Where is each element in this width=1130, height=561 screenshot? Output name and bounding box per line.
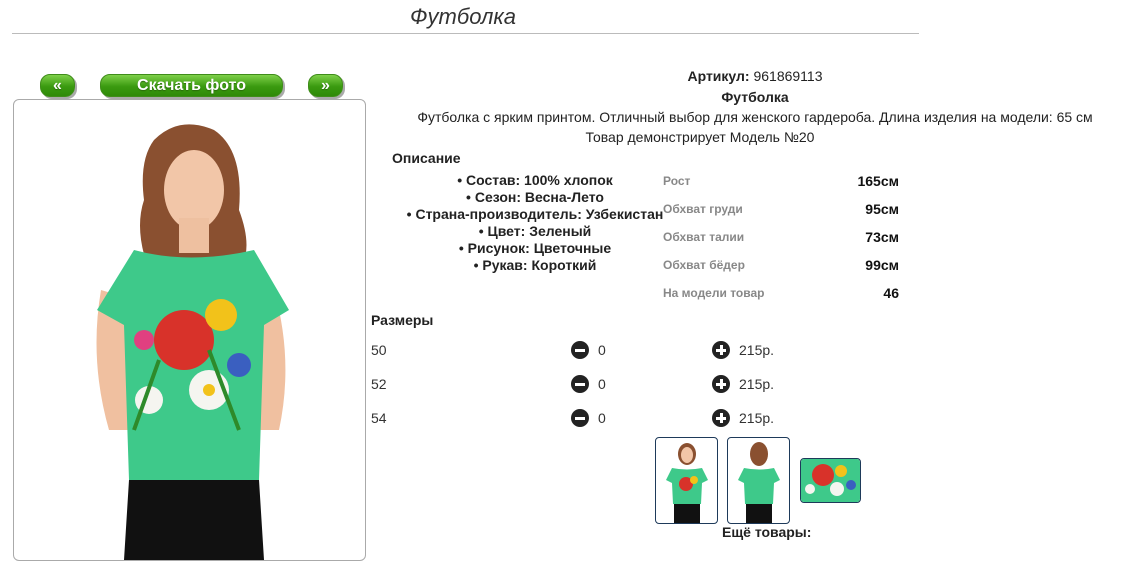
size-quantity: 0	[598, 342, 606, 358]
thumbnail-print-detail[interactable]	[800, 458, 861, 503]
model-photo-illustration	[39, 100, 339, 560]
description-item: Сезон: Весна-Лето	[380, 189, 690, 206]
measurement-label: Обхват бёдер	[663, 258, 745, 272]
download-photo-button[interactable]: Скачать фото	[100, 74, 283, 97]
measurement-row: Обхват груди 95см	[663, 201, 903, 230]
measurement-row: Обхват талии 73см	[663, 229, 903, 258]
thumbnail-print-image	[801, 459, 860, 502]
plus-circle-icon[interactable]	[712, 409, 730, 427]
sizes-heading: Размеры	[371, 312, 434, 328]
description-item: Состав: 100% хлопок	[380, 172, 690, 189]
size-row: 54 0 215р.	[371, 409, 821, 429]
prev-photo-button[interactable]: «	[40, 74, 75, 97]
thumbnail-back-image	[738, 442, 780, 523]
measurement-label: Обхват талии	[663, 230, 745, 244]
next-photo-button[interactable]: »	[308, 74, 343, 97]
size-quantity: 0	[598, 376, 606, 392]
size-label: 54	[371, 410, 387, 426]
minus-circle-icon[interactable]	[571, 375, 589, 393]
measurement-label: На модели товар	[663, 286, 765, 300]
size-quantity: 0	[598, 410, 606, 426]
minus-circle-icon[interactable]	[571, 409, 589, 427]
measurement-row: Обхват бёдер 99см	[663, 257, 903, 286]
article-label: Артикул:	[687, 68, 750, 84]
measurement-value: 165см	[857, 173, 899, 189]
description-item: Рукав: Короткий	[380, 257, 690, 274]
description-heading: Описание	[392, 150, 461, 166]
thumbnail-front[interactable]	[655, 437, 718, 524]
measurement-value: 95см	[865, 201, 899, 217]
size-price: 215р.	[739, 376, 775, 392]
description-list: Состав: 100% хлопок Сезон: Весна-Лето Ст…	[380, 172, 690, 274]
plus-circle-icon[interactable]	[712, 375, 730, 393]
main-product-photo[interactable]	[13, 99, 366, 561]
measurement-value: 46	[883, 285, 899, 301]
size-price: 215р.	[739, 410, 775, 426]
measurement-row: Рост 165см	[663, 173, 903, 202]
measurement-row: На модели товар 46	[663, 285, 903, 314]
size-row: 50 0 215р.	[371, 341, 821, 361]
title-divider	[12, 33, 919, 34]
size-label: 52	[371, 376, 387, 392]
model-info: Товар демонстрирует Модель №20	[585, 129, 815, 145]
product-name: Футболка	[721, 89, 789, 105]
measurement-value: 73см	[865, 229, 899, 245]
measurement-value: 99см	[865, 257, 899, 273]
more-products-heading: Ещё товары:	[722, 524, 812, 540]
measurement-label: Обхват груди	[663, 202, 743, 216]
size-price: 215р.	[739, 342, 775, 358]
product-description: Футболка с ярким принтом. Отличный выбор…	[417, 109, 1093, 125]
size-row: 52 0 215р.	[371, 375, 821, 395]
measurement-label: Рост	[663, 174, 691, 188]
thumbnail-front-image	[666, 443, 708, 523]
plus-circle-icon[interactable]	[712, 341, 730, 359]
minus-circle-icon[interactable]	[571, 341, 589, 359]
description-item: Страна-производитель: Узбекистан	[380, 206, 690, 223]
thumbnail-back[interactable]	[727, 437, 790, 524]
article-line: Артикул: 961869113	[370, 68, 1130, 84]
page-title: Футболка	[410, 4, 516, 29]
description-item: Цвет: Зеленый	[380, 223, 690, 240]
size-label: 50	[371, 342, 387, 358]
article-value: 961869113	[753, 68, 823, 84]
description-item: Рисунок: Цветочные	[380, 240, 690, 257]
